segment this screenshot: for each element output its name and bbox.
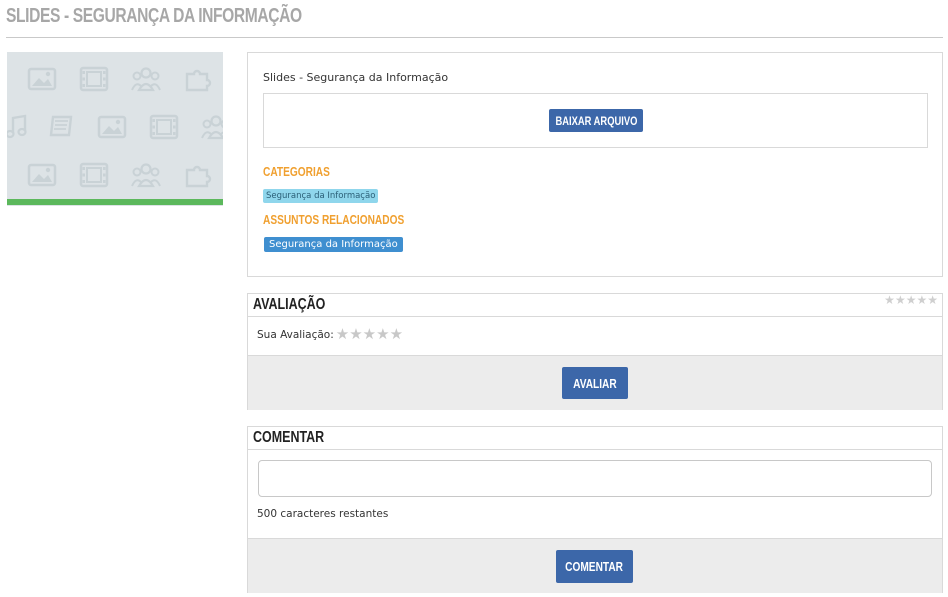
users-icon [131, 66, 161, 92]
image-icon [97, 114, 127, 140]
your-rating-label: Sua Avaliação: [257, 328, 334, 341]
title-divider [6, 37, 943, 38]
chars-remaining: 500 caracteres restantes [257, 508, 389, 520]
comment-panel-footer: COMENTAR [248, 538, 942, 593]
file-thumbnail[interactable] [7, 52, 223, 206]
category-tag[interactable]: Segurança da Informação [263, 189, 379, 203]
rating-star-icon[interactable]: ★ [336, 327, 349, 342]
book-icon [47, 114, 77, 140]
puzzle-icon [183, 66, 213, 92]
your-rating: Sua Avaliação: ★ ★ ★ ★ ★ [257, 327, 403, 342]
rating-panel-footer: AVALIAR [248, 355, 942, 410]
film-icon [149, 114, 179, 140]
download-button[interactable]: BAIXAR ARQUIVO [549, 109, 643, 132]
comment-heading: COMENTAR [253, 429, 325, 446]
average-star-icon: ★ [905, 293, 917, 307]
rating-star-icon[interactable]: ★ [390, 327, 403, 342]
image-icon [27, 66, 57, 92]
rating-panel-header: AVALIAÇÃO ★ ★ ★ ★ ★ [248, 294, 942, 317]
thumbnail-progress-bar [7, 199, 223, 205]
rating-panel: AVALIAÇÃO ★ ★ ★ ★ ★ Sua Avaliação: ★ ★ ★ ★ ★ AVA… [247, 293, 943, 410]
rating-star-icon[interactable]: ★ [376, 327, 389, 342]
comment-input[interactable] [258, 460, 932, 497]
comment-button-label: COMENTAR [565, 559, 624, 574]
rating-heading: AVALIAÇÃO [253, 296, 326, 313]
film-icon [79, 162, 109, 188]
file-info-box: Slides - Segurança da Informação BAIXAR … [247, 52, 943, 277]
image-icon [27, 162, 57, 188]
file-title: Slides - Segurança da Informação [263, 71, 449, 84]
users-icon [201, 114, 223, 140]
related-subjects-heading: ASSUNTOS RELACIONADOS [263, 212, 405, 227]
categories-heading: CATEGORIAS [263, 164, 330, 179]
users-icon [131, 162, 161, 188]
download-area: BAIXAR ARQUIVO [263, 93, 928, 148]
average-star-icon: ★ [894, 293, 906, 307]
comment-panel-header: COMENTAR [248, 427, 942, 450]
your-rating-stars: ★ ★ ★ ★ ★ [336, 327, 403, 342]
puzzle-icon [183, 162, 213, 188]
music-icon [7, 114, 31, 140]
comment-panel: COMENTAR 500 caracteres restantes COMENT… [247, 426, 943, 593]
average-rating-stars: ★ ★ ★ ★ ★ [884, 294, 938, 306]
download-button-label: BAIXAR ARQUIVO [555, 113, 637, 128]
rate-button-label: AVALIAR [573, 375, 617, 391]
page-title: SLIDES - SEGURANÇA DA INFORMAÇÃO [6, 5, 302, 27]
average-star-icon: ★ [884, 293, 895, 307]
film-icon [79, 66, 109, 92]
rate-button[interactable]: AVALIAR [562, 367, 628, 399]
related-subject-tag[interactable]: Segurança da Informação [264, 237, 403, 252]
rating-star-icon[interactable]: ★ [349, 327, 362, 342]
comment-button[interactable]: COMENTAR [556, 550, 633, 583]
average-star-icon: ★ [927, 293, 938, 307]
average-star-icon: ★ [916, 293, 928, 307]
rating-star-icon[interactable]: ★ [363, 327, 376, 342]
